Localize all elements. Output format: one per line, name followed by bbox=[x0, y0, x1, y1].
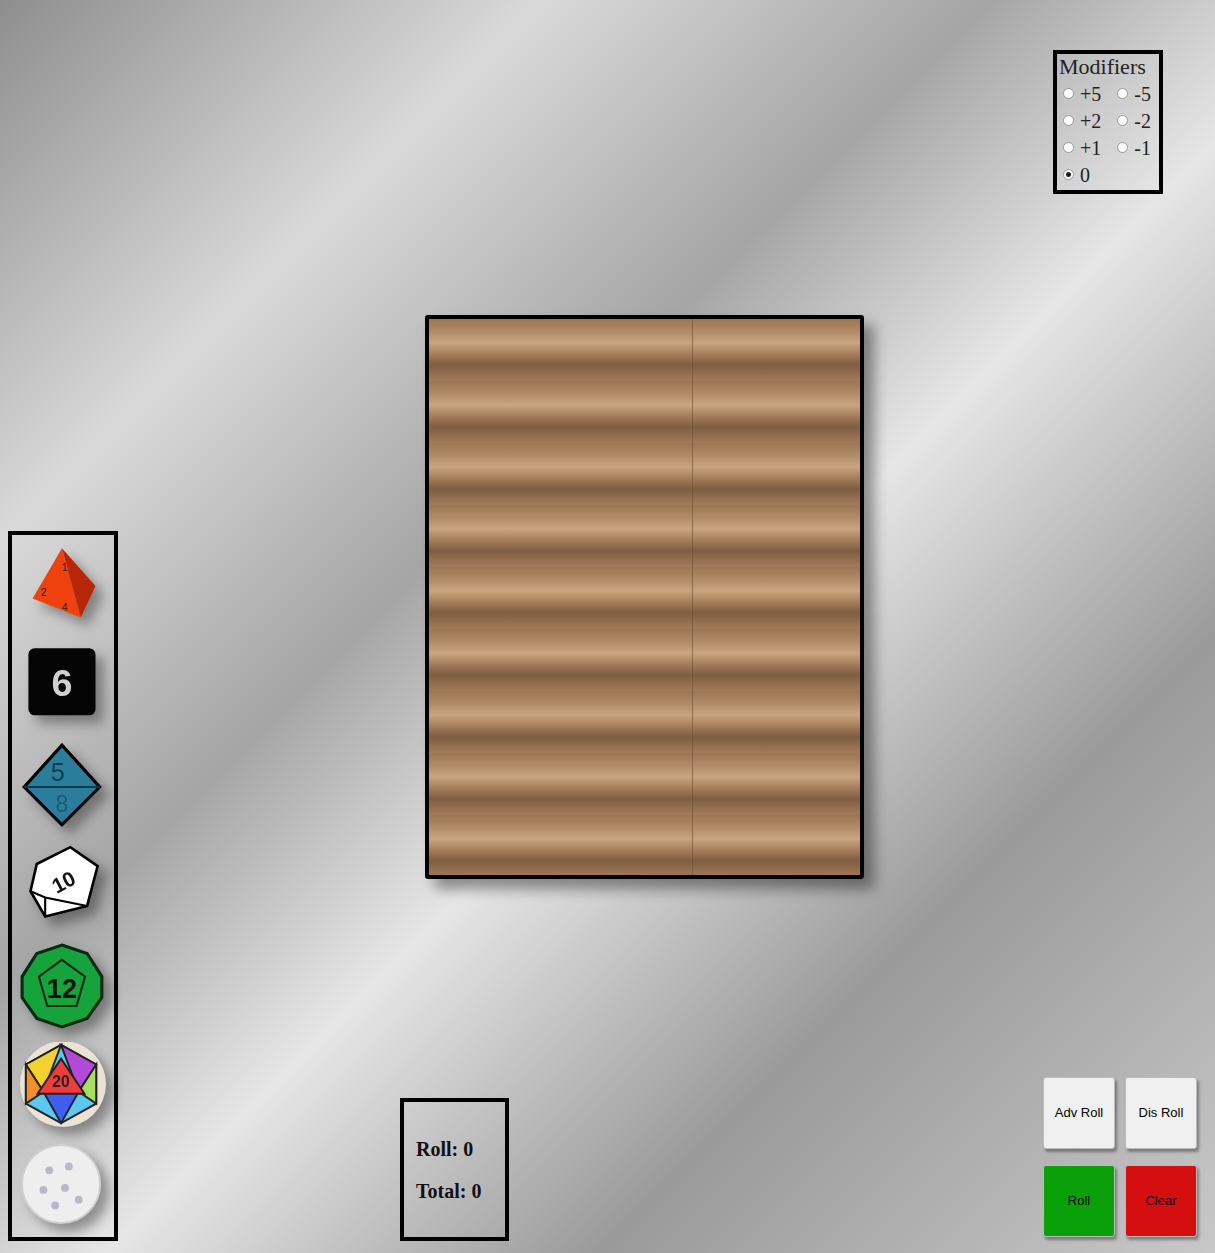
modifier-radio[interactable] bbox=[1117, 115, 1128, 126]
dice-sidebar: 124658101220 bbox=[8, 531, 118, 1241]
d4-icon[interactable]: 1 2 4 bbox=[20, 544, 106, 630]
die-button[interactable]: 20 bbox=[15, 1037, 111, 1133]
d20-icon[interactable]: 20 bbox=[20, 1042, 106, 1128]
die-label: 10 bbox=[48, 866, 79, 897]
modifier-label: -2 bbox=[1134, 110, 1151, 132]
die-label: 2 bbox=[41, 587, 47, 598]
modifier-label: 0 bbox=[1080, 164, 1090, 186]
modifier-option[interactable]: +2 bbox=[1059, 107, 1107, 134]
modifier-label: +2 bbox=[1080, 110, 1101, 132]
modifier-label: -5 bbox=[1134, 83, 1151, 105]
modifier-option[interactable]: -2 bbox=[1113, 107, 1157, 134]
die-label: 1 bbox=[62, 562, 68, 573]
modifier-option[interactable]: -5 bbox=[1113, 80, 1157, 107]
dice-board[interactable] bbox=[425, 315, 864, 879]
die-button[interactable]: 10 bbox=[15, 838, 111, 934]
d10-icon[interactable]: 10 bbox=[20, 843, 106, 929]
adv-roll-button[interactable]: Adv Roll bbox=[1043, 1077, 1115, 1149]
modifiers-title: Modifiers bbox=[1059, 54, 1157, 80]
board-plank bbox=[429, 319, 693, 875]
dis-roll-button[interactable]: Dis Roll bbox=[1125, 1077, 1197, 1149]
modifier-radio[interactable] bbox=[1063, 142, 1074, 153]
modifiers-panel: Modifiers +5 -5 +2 -2 +1 -1 0 bbox=[1053, 50, 1163, 194]
d6-icon[interactable]: 6 bbox=[20, 644, 106, 730]
die-button[interactable]: 12 bbox=[15, 938, 111, 1034]
die-label: 5 bbox=[51, 758, 65, 786]
die-button[interactable]: 6 bbox=[15, 639, 111, 735]
d8-icon[interactable]: 58 bbox=[20, 743, 106, 829]
die-label: 4 bbox=[62, 602, 68, 613]
die-button[interactable]: 1 2 4 bbox=[15, 539, 111, 635]
die-label: 12 bbox=[47, 972, 77, 1003]
modifier-radio[interactable] bbox=[1117, 142, 1128, 153]
modifier-radio[interactable] bbox=[1063, 169, 1074, 180]
modifier-radio[interactable] bbox=[1063, 115, 1074, 126]
modifier-label: +5 bbox=[1080, 83, 1101, 105]
total-value: Total: 0 bbox=[416, 1179, 493, 1203]
result-box: Roll: 0 Total: 0 bbox=[400, 1098, 509, 1241]
radio-dot bbox=[1066, 172, 1071, 177]
modifier-option[interactable]: 0 bbox=[1059, 161, 1107, 188]
die-label: 8 bbox=[56, 791, 69, 817]
modifier-option[interactable]: +5 bbox=[1059, 80, 1107, 107]
dice-roller-page: Modifiers+5-5+2-2+1-10124658101220Roll: … bbox=[0, 0, 1215, 1253]
d12-icon[interactable]: 12 bbox=[20, 943, 106, 1029]
modifier-label: +1 bbox=[1080, 137, 1101, 159]
modifier-option[interactable]: +1 bbox=[1059, 134, 1107, 161]
die-button[interactable] bbox=[15, 1137, 111, 1233]
modifiers-options: +5 -5 +2 -2 +1 -1 0 bbox=[1059, 80, 1157, 188]
die-button[interactable]: 58 bbox=[15, 738, 111, 834]
clear-button[interactable]: Clear bbox=[1125, 1165, 1197, 1237]
roll-button[interactable]: Roll bbox=[1043, 1165, 1115, 1237]
die-label: 6 bbox=[51, 662, 72, 704]
roll-buttons: Adv RollDis RollRollClear bbox=[1043, 1077, 1197, 1237]
modifier-label: -1 bbox=[1134, 137, 1151, 159]
modifier-option[interactable]: -1 bbox=[1113, 134, 1157, 161]
die-label: 20 bbox=[52, 1073, 70, 1090]
modifier-radio[interactable] bbox=[1117, 88, 1128, 99]
d100-icon[interactable] bbox=[20, 1142, 106, 1228]
roll-value: Roll: 0 bbox=[416, 1137, 493, 1161]
modifier-radio[interactable] bbox=[1063, 88, 1074, 99]
